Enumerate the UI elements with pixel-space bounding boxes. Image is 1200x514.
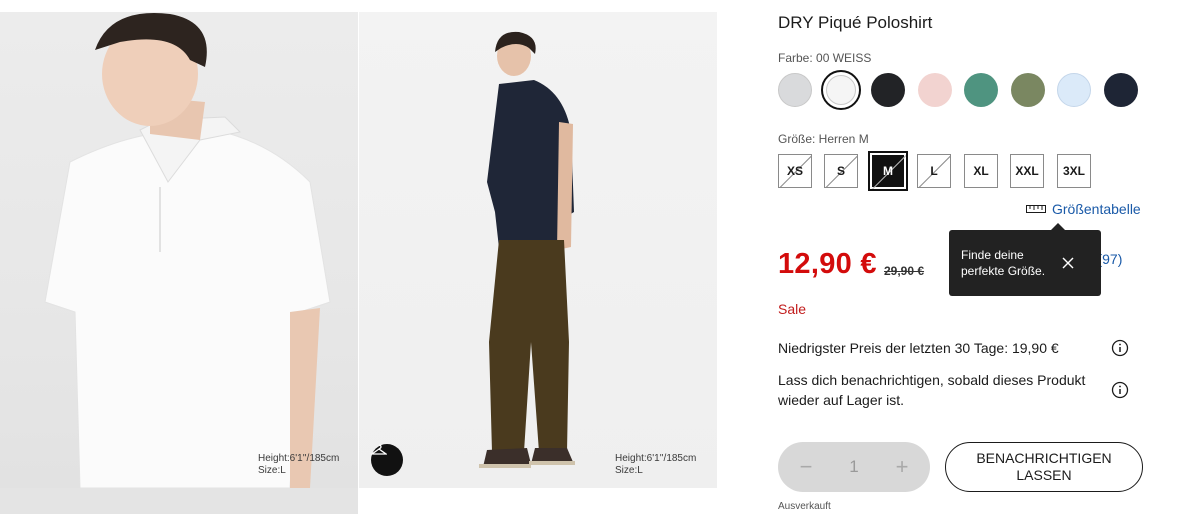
quantity-minus-button[interactable]: − [796,454,816,480]
photo-thumbnail-strip [0,488,358,514]
photo-caption: Height:6'1''/185cm Size:L [615,453,696,477]
ruler-icon [1026,205,1046,213]
color-swatch-gruen[interactable] [964,73,998,107]
close-icon[interactable] [1061,256,1075,270]
tooltip-text-line2: perfekte Größe. [961,264,1046,278]
size-option-label: XL [973,164,989,178]
color-swatch-schwarz[interactable] [871,73,905,107]
quantity-value: 1 [849,457,859,476]
size-option-m[interactable]: M [868,151,908,191]
product-photo-front[interactable]: Height:6'1''/185cm Size:L [0,12,358,488]
review-count-link[interactable]: (97) [1097,251,1122,267]
model-photo-white-polo [44,13,331,488]
size-option-label: L [930,164,938,178]
size-option-label: M [883,164,893,178]
lowest-price-text: Niedrigster Preis der letzten 30 Tage: 1… [778,340,1059,356]
product-title: DRY Piqué Poloshirt [778,13,933,32]
hanger-button[interactable] [371,444,403,476]
color-label: Farbe: 00 WEISS [778,51,872,65]
model-height-text: Height:6'1''/185cm [615,453,697,464]
color-swatch-weiss[interactable] [821,70,861,110]
notify-button-label-line2: LASSEN [1016,467,1072,483]
quantity-plus-button[interactable]: + [892,454,912,480]
sale-price: 12,90 € [778,248,877,280]
size-option-xs[interactable]: XS [778,154,812,188]
info-icon[interactable] [1111,381,1129,399]
size-chart-link[interactable]: Größentabelle [1026,201,1141,217]
model-photo-navy-polo [479,31,575,468]
notify-button-label-line1: BENACHRICHTIGEN [976,450,1112,466]
color-swatch-oliv[interactable] [1011,73,1045,107]
photo-caption: Height:6'1''/185cm Size:L [258,453,339,477]
size-option-l[interactable]: L [917,154,951,188]
color-swatch-marine[interactable] [1104,73,1138,107]
color-swatch-hellblau[interactable] [1057,73,1091,107]
size-option-label: XXL [1015,164,1039,178]
model-size-text: Size:L [258,465,286,476]
size-tooltip: Finde deine perfekte Größe. [949,223,1101,296]
sale-badge: Sale [778,301,807,317]
sold-out-label: Ausverkauft [778,501,831,512]
model-height-text: Height:6'1''/185cm [258,453,340,464]
color-swatch-rosa[interactable] [918,73,952,107]
size-option-s[interactable]: S [824,154,858,188]
size-option-label: S [836,164,845,178]
size-option-xl[interactable]: XL [964,154,998,188]
color-swatch-grau[interactable] [778,73,812,107]
tooltip-text-line1: Finde deine [961,248,1024,262]
notify-me-button[interactable]: BENACHRICHTIGEN LASSEN [945,442,1143,492]
size-option-xxl[interactable]: XXL [1010,154,1044,188]
quantity-stepper: − 1 + [778,442,930,492]
restock-notify-text: Lass dich benachrichtigen, sobald dieses… [778,372,1086,408]
size-option-label: 3XL [1062,164,1085,178]
size-option-label: XS [786,164,803,178]
original-price: 29,90 € [884,264,925,278]
hanger-icon [371,444,387,455]
size-chart-label: Größentabelle [1052,201,1141,217]
info-icon[interactable] [1111,339,1129,357]
size-label: Größe: Herren M [778,132,869,146]
size-option-3xl[interactable]: 3XL [1057,154,1091,188]
model-size-text: Size:L [615,465,643,476]
product-photo-model[interactable]: Height:6'1''/185cm Size:L [359,12,717,488]
